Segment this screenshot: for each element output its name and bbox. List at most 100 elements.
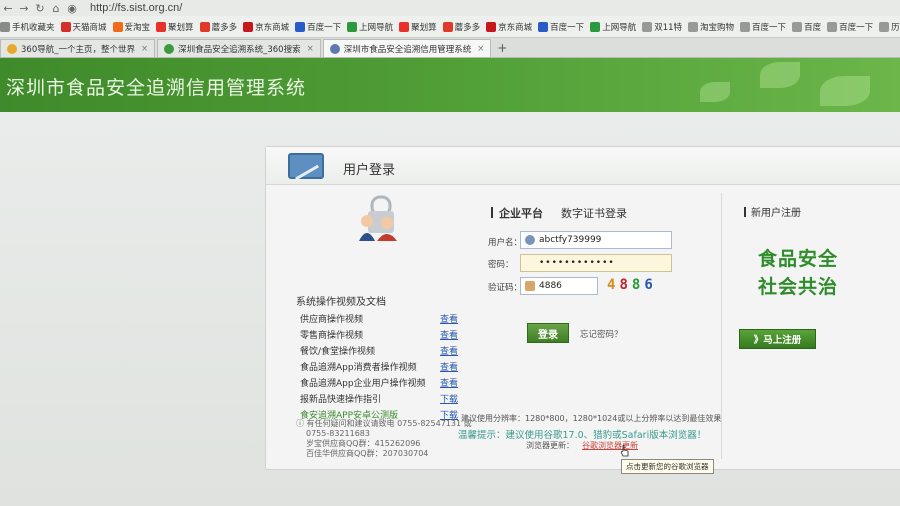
- password-label: 密码：: [488, 260, 514, 270]
- slogan: 食品安全 社会共治: [758, 245, 838, 301]
- user-icon: [525, 235, 535, 245]
- captcha-field[interactable]: 4886: [520, 277, 598, 295]
- bookmark-label: 百度: [804, 22, 822, 33]
- view-link[interactable]: 查看: [440, 376, 458, 389]
- bookmark-label: 上网导航: [359, 22, 394, 33]
- password-field[interactable]: ••••••••••••: [520, 254, 672, 272]
- bookmark-item[interactable]: 京东商城: [243, 21, 289, 33]
- bookmark-item[interactable]: 蘑多多: [442, 21, 480, 33]
- doc-item-label: 食品追溯App消费者操作视频: [300, 363, 417, 373]
- tab-food-safety-system[interactable]: 深圳市食品安全追溯信用管理系统 ×: [322, 39, 492, 57]
- bookmark-item[interactable]: 百度: [792, 21, 821, 33]
- bookmark-favicon-icon: [442, 21, 453, 32]
- hand-cursor-icon: [621, 445, 629, 457]
- update-label: 浏览器更新：: [526, 441, 574, 450]
- download-link[interactable]: 下载: [440, 392, 458, 405]
- close-icon[interactable]: ×: [307, 44, 314, 54]
- view-link[interactable]: 查看: [440, 360, 458, 373]
- view-link[interactable]: 查看: [440, 344, 458, 357]
- bookmark-item[interactable]: 聚划算: [399, 21, 437, 33]
- docs-section-title: 系统操作视频及文档: [296, 297, 386, 308]
- bookmark-favicon-icon: [0, 21, 10, 32]
- update-browser-link[interactable]: 谷歌浏览器更新: [582, 441, 638, 450]
- bookmark-favicon-icon: [792, 21, 803, 32]
- bookmark-item[interactable]: 百度一下: [740, 21, 786, 33]
- site-title: 深圳市食品安全追溯信用管理系统: [6, 77, 307, 99]
- slogan-line: 食品安全: [758, 248, 839, 270]
- resolution-hint: 建议使用分辨率：1280*800，1280*1024或以上分辨率以达到最佳效果: [461, 414, 722, 423]
- doc-item-label: 零售商操作视频: [300, 331, 364, 341]
- new-tab-button[interactable]: +: [497, 41, 507, 57]
- login-mode-tabs: 企业平台 数字证书登录: [491, 205, 627, 221]
- bookmark-favicon-icon: [112, 21, 123, 32]
- info-icon: ⓘ: [296, 419, 304, 428]
- bookmark-favicon-icon: [642, 21, 653, 32]
- bookmark-item[interactable]: 手机收藏夹: [0, 21, 55, 33]
- bookmark-favicon-icon: [879, 21, 890, 32]
- browser-hint: 温馨提示：建议使用谷歌17.0、猎豹或Safari版本浏览器！: [458, 430, 707, 441]
- bookmark-item[interactable]: 淘宝购物: [688, 21, 734, 33]
- leaf-decoration: [760, 62, 800, 88]
- captcha-digit: 4: [607, 277, 620, 293]
- tab-360-search[interactable]: 深圳食品安全追溯系统_360搜索 ×: [157, 39, 321, 57]
- doc-item-label: 食品追溯App企业用户操作视频: [300, 379, 426, 389]
- back-icon[interactable]: ←: [0, 1, 16, 15]
- forgot-password-link[interactable]: 忘记密码？: [580, 328, 623, 340]
- bookmark-item[interactable]: 京东商城: [486, 21, 532, 33]
- bookmark-label: 百度一下: [839, 22, 874, 33]
- bookmark-label: 淘宝购物: [700, 22, 735, 33]
- bookmark-favicon-icon: [688, 21, 699, 32]
- bookmark-item[interactable]: 蘑多多: [199, 21, 237, 33]
- tab-favicon-icon: [164, 43, 175, 54]
- contact-line: 百佳华供应商QQ群：207030704: [306, 449, 429, 458]
- username-field[interactable]: abctfy739999: [520, 231, 672, 249]
- reload-icon[interactable]: ↻: [32, 1, 48, 15]
- bookmark-item[interactable]: 双11特: [642, 21, 682, 33]
- monitor-icon: [288, 153, 324, 179]
- view-link[interactable]: 查看: [440, 312, 458, 325]
- url-text[interactable]: http://fs.sist.org.cn/: [90, 2, 182, 14]
- bookmark-label: 天猫商城: [72, 22, 107, 33]
- home-icon[interactable]: ⌂: [48, 1, 64, 15]
- column-divider: [721, 193, 722, 459]
- bookmark-item[interactable]: 百度一下: [295, 21, 341, 33]
- login-button[interactable]: 登录: [527, 323, 569, 343]
- bookmark-label: 百度一下: [307, 22, 342, 33]
- bookmark-label: 手机收藏夹: [12, 22, 55, 33]
- docs-column: 系统操作视频及文档 供应商操作视频 查看 零售商操作视频 查看 餐饮/食堂操作视频 查看食…: [266, 187, 472, 471]
- bookmark-item[interactable]: 百度一下: [827, 21, 873, 33]
- bookmark-label: 百度一下: [550, 22, 585, 33]
- tab-enterprise-platform[interactable]: 企业平台: [499, 207, 543, 220]
- bookmark-label: 历史解密: [891, 22, 900, 33]
- close-icon[interactable]: ×: [477, 44, 484, 54]
- register-section-title: 新用户注册: [744, 204, 801, 219]
- close-icon[interactable]: ×: [141, 44, 148, 54]
- bookmark-item[interactable]: 百度一下: [538, 21, 584, 33]
- tab-digital-certificate[interactable]: 数字证书登录: [561, 207, 627, 220]
- leaf-decoration: [700, 82, 730, 102]
- bookmark-item[interactable]: 上网导航: [347, 21, 393, 33]
- view-link[interactable]: 查看: [440, 328, 458, 341]
- captcha-image[interactable]: 4886: [607, 277, 669, 297]
- tab-favicon-icon: [329, 43, 340, 54]
- login-panel: 用户登录 系统操作视频及文档 供应商操作视频 查看 零售商操作视频 查看 餐饮/食堂操作…: [265, 146, 900, 474]
- doc-list-item: 餐饮/食堂操作视频 查看: [300, 344, 460, 357]
- globe-icon: ◉: [67, 1, 77, 15]
- doc-item-label: 供应商操作视频: [300, 315, 364, 325]
- bookmark-item[interactable]: 天猫商城: [60, 21, 107, 33]
- register-button[interactable]: 》马上注册: [739, 329, 816, 349]
- bookmark-item[interactable]: 聚划算: [156, 21, 194, 33]
- contact-line: ⓘ 有任何疑问和建议请致电 0755-82547131 或: [296, 419, 472, 428]
- bookmark-item[interactable]: 上网导航: [590, 21, 636, 33]
- tab-label: 深圳市食品安全追溯信用管理系统: [343, 44, 472, 55]
- bookmark-label: 双11特: [654, 22, 683, 33]
- captcha-digit: 6: [644, 277, 657, 293]
- forward-icon[interactable]: →: [16, 1, 32, 15]
- tab-360-nav[interactable]: 360导航_一个主页，整个世界 ×: [0, 39, 156, 57]
- bookmark-item[interactable]: 历史解密: [879, 21, 900, 33]
- bookmark-label: 上网导航: [602, 22, 637, 33]
- bookmark-item[interactable]: 爱淘宝: [112, 21, 150, 33]
- bookmark-label: 聚划算: [168, 22, 194, 33]
- bookmark-favicon-icon: [399, 21, 410, 32]
- doc-item-label: 报新品快速操作指引: [300, 395, 382, 405]
